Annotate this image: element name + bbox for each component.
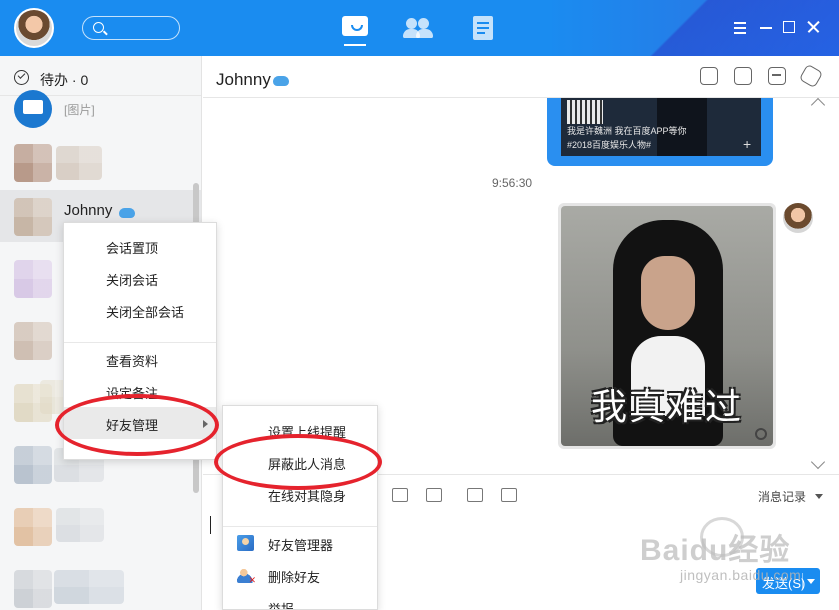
menu-item-pin[interactable]: 会话置顶 (64, 230, 216, 262)
list-item[interactable] (0, 562, 201, 610)
watermark-url: jingyan.baidu.com (680, 567, 802, 583)
list-item[interactable] (0, 136, 201, 188)
contact-avatar (14, 144, 52, 182)
shared-card-message[interactable]: 我是许魏洲 我在百度APP等你 #2018百度娱乐人物# + (547, 98, 773, 166)
close-icon[interactable] (806, 20, 820, 34)
minimize-icon[interactable] (759, 20, 773, 34)
contact-avatar (14, 322, 52, 360)
submenu-item-delete-friend[interactable]: 删除好友 (223, 559, 377, 591)
settings-icon[interactable] (798, 63, 824, 89)
whale-badge-icon (272, 75, 289, 86)
contact-name: Johnny (64, 202, 113, 219)
add-member-icon[interactable] (768, 67, 786, 85)
list-item[interactable]: [图片] (0, 90, 201, 134)
search-icon (93, 22, 104, 33)
search-box[interactable] (82, 16, 180, 40)
qr-code (567, 100, 603, 124)
todo-label: 待办 · 0 (40, 72, 89, 88)
scroll-down-arrow-icon[interactable] (810, 454, 826, 470)
contact-avatar (14, 508, 52, 546)
contact-avatar (14, 90, 52, 128)
title-bar (0, 0, 839, 56)
contact-avatar (14, 570, 52, 608)
folder-icon[interactable] (426, 488, 442, 502)
baidu-watermark: Baidu经验 jingyan.baidu.com (640, 515, 820, 595)
user-avatar[interactable] (14, 8, 54, 48)
meme-caption: 我真难过 (590, 386, 743, 427)
phone-call-icon[interactable] (734, 67, 752, 85)
nav-documents[interactable] (470, 14, 500, 42)
meme-image: 我真难过 (561, 206, 773, 446)
message-timestamp: 9:56:30 (492, 176, 533, 190)
contact-avatar (14, 198, 52, 236)
nav-messages[interactable] (340, 14, 370, 46)
my-avatar[interactable] (783, 203, 813, 233)
nav-contacts[interactable] (403, 14, 433, 42)
expand-icon[interactable]: + (743, 137, 755, 151)
text-cursor (210, 516, 211, 534)
contact-avatar (14, 446, 52, 484)
docs-icon (473, 16, 493, 40)
scroll-up-arrow-icon[interactable] (810, 97, 826, 113)
highlight-ring-block-messages (214, 434, 382, 490)
zoom-icon[interactable] (755, 428, 767, 440)
image-icon[interactable] (392, 488, 408, 502)
nav-active-indicator (344, 44, 366, 46)
screenshot-icon[interactable] (467, 488, 483, 502)
menu-icon[interactable] (733, 20, 747, 34)
chat-title: Johnny (216, 70, 289, 90)
list-item[interactable] (0, 500, 201, 552)
contact-avatar (14, 260, 52, 298)
message-icon (342, 16, 368, 36)
card-text-1: 我是许魏洲 我在百度APP等你 (567, 126, 687, 136)
maximize-icon[interactable] (783, 21, 795, 33)
message-preview: [图片] (64, 103, 95, 117)
menu-item-view-profile[interactable]: 查看资料 (64, 343, 216, 375)
screen-share-icon[interactable] (700, 67, 718, 85)
friend-manager-icon (237, 535, 254, 551)
delete-friend-icon (237, 567, 256, 586)
image-message[interactable]: 我真难过 (558, 203, 776, 449)
watermark-brand: Baidu经验 (640, 534, 791, 567)
menu-item-close-all[interactable]: 关闭全部会话 (64, 294, 216, 326)
highlight-ring-friend-management (55, 394, 219, 456)
submenu-item-friend-manager[interactable]: 好友管理器 (223, 527, 377, 559)
menu-item-close-chat[interactable]: 关闭会话 (64, 262, 216, 294)
card-text-2: #2018百度娱乐人物# (567, 140, 652, 150)
card-image: 我是许魏洲 我在百度APP等你 #2018百度娱乐人物# + (561, 98, 761, 156)
message-history-link[interactable]: 消息记录 (758, 488, 806, 505)
history-dropdown-icon[interactable] (815, 494, 823, 499)
title-bar-decoration (579, 0, 839, 56)
whale-badge-icon (119, 208, 135, 218)
calendar-icon[interactable] (501, 488, 517, 502)
todo-check-icon (14, 70, 29, 85)
submenu-item-report[interactable]: 举报 (223, 591, 377, 609)
